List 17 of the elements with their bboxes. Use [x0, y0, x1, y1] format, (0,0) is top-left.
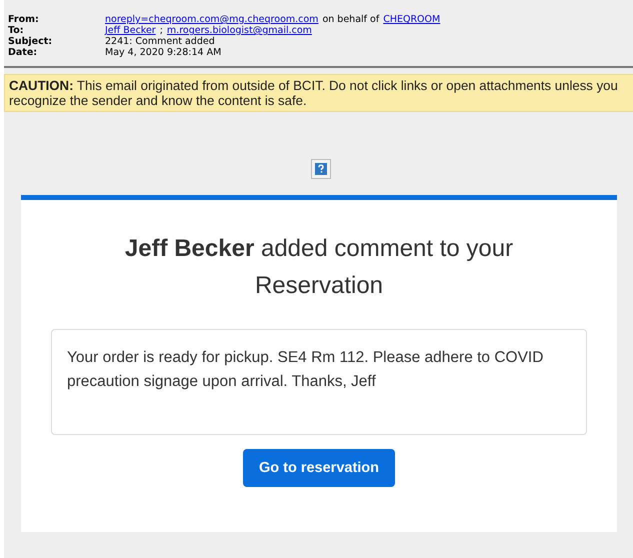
go-to-reservation-button[interactable]: Go to reservation	[242, 449, 396, 487]
missing-image-icon	[310, 159, 330, 179]
field-label: Subject:	[8, 36, 54, 47]
card-heading: Jeff Becker added comment to your Reservation	[124, 234, 514, 301]
field-value: on behalf of	[322, 14, 380, 25]
email-link[interactable]: Jeff Becker	[105, 25, 156, 36]
field-value: ;	[160, 25, 163, 36]
field-label: To:	[8, 25, 25, 36]
email-link[interactable]: CHEQROOM	[383, 14, 440, 25]
field-value: May 4, 2020 9:28:14 AM	[105, 47, 222, 58]
field-label: Date:	[8, 47, 38, 58]
comment-text: Your order is ready for pickup. SE4 Rm 112. Please adhere to COVID precaution signage upon arrival. Thanks, Jeff	[51, 329, 587, 435]
caution-banner: CAUTION: This email originated from outside of BCIT. Do not click links or open attachments unless you recognize the sender and know the content is safe.	[4, 74, 633, 112]
field-label: From:	[8, 14, 40, 25]
email-link[interactable]: noreply=cheqroom.com@mg.cheqroom.com	[105, 14, 318, 25]
email-link[interactable]: m.rogers.biologist@gmail.com	[166, 25, 312, 36]
field-value: 2241: Comment added	[105, 36, 215, 47]
